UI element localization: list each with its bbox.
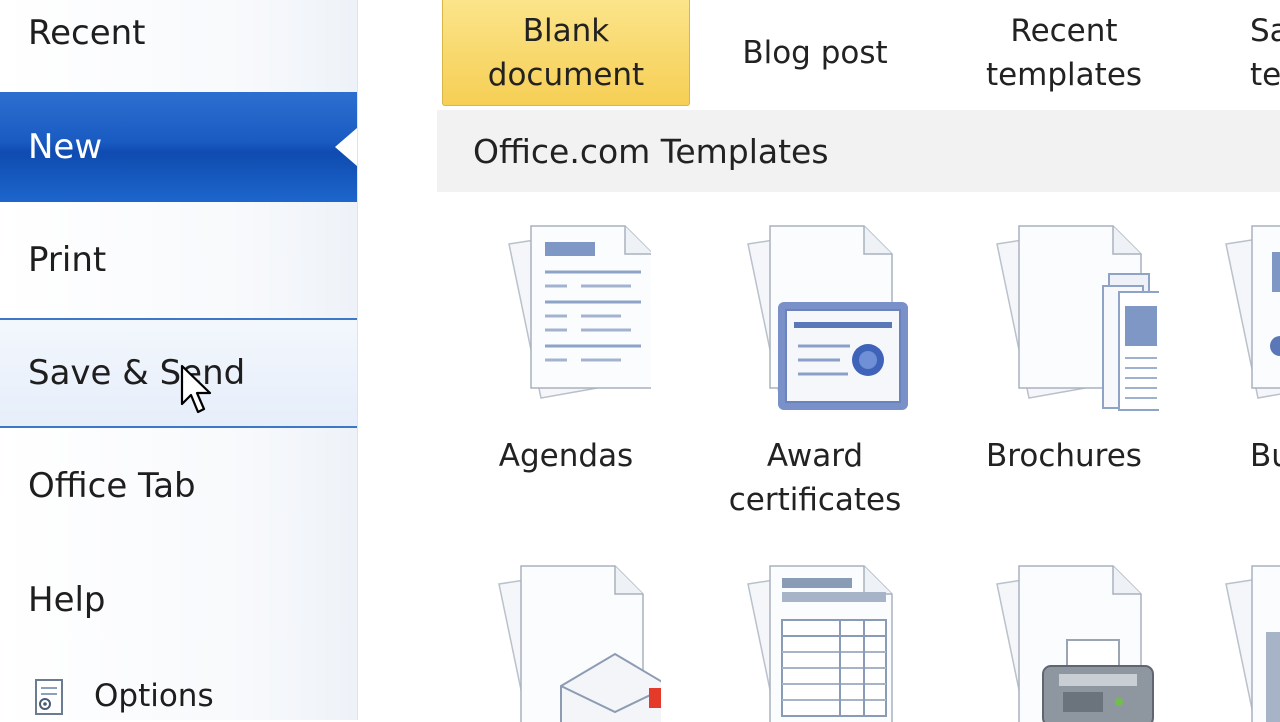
template-faxes[interactable] [949, 562, 1179, 722]
template-brochures[interactable]: Brochures [949, 222, 1179, 478]
nav-item-label: Options [94, 678, 214, 714]
template-envelopes[interactable] [451, 562, 681, 722]
brochure-icon [996, 225, 1159, 411]
sample-templates-button[interactable]: Sa te [1228, 0, 1280, 106]
award-certificate-icon [747, 225, 908, 410]
recent-templates-button[interactable]: Recent templates [940, 0, 1188, 106]
nav-item-label: New [28, 127, 103, 167]
blank-document-button[interactable]: Blank document [442, 0, 690, 106]
nav-item-label: Print [28, 240, 107, 280]
nav-item-office-tab[interactable]: Office Tab [0, 431, 357, 541]
nav-item-recent[interactable]: Recent [0, 0, 357, 88]
nav-item-print[interactable]: Print [0, 205, 357, 315]
envelope-document-icon [498, 565, 661, 722]
quick-template-label: Sa te [1250, 13, 1280, 93]
template-label: Agendas [498, 438, 634, 474]
template-budgets[interactable]: Bu [1198, 222, 1280, 478]
options-icon [35, 679, 63, 715]
blog-post-button[interactable]: Blog post [691, 0, 939, 106]
template-label: Award certificates [728, 438, 902, 518]
budget-icon [1225, 225, 1280, 399]
nav-item-options[interactable]: Options [0, 672, 357, 720]
template-award-certificates[interactable]: Award certificates [700, 222, 930, 522]
template-label: Bu [1250, 438, 1280, 474]
quick-template-label: Recent templates [985, 13, 1143, 93]
nav-item-label: Office Tab [28, 466, 196, 506]
nav-item-help[interactable]: Help [0, 545, 357, 655]
template-forms[interactable] [700, 562, 930, 722]
quick-template-label: Blog post [742, 35, 888, 71]
nav-item-save-send[interactable]: Save & Send [0, 318, 357, 428]
backstage-nav: Recent New Print Save & Send Office Tab … [0, 0, 358, 720]
template-label: Brochures [986, 438, 1142, 474]
template-partial[interactable] [1198, 562, 1280, 722]
agenda-document-icon [508, 225, 651, 399]
office-com-templates-header: Office.com Templates [437, 110, 1280, 192]
fax-machine-icon [996, 565, 1154, 722]
nav-item-label: Help [28, 580, 106, 620]
selection-notch [335, 128, 357, 166]
partial-template-icon [1225, 565, 1280, 722]
quick-template-label: Blank document [487, 12, 645, 93]
nav-item-label: Recent [28, 13, 146, 53]
mouse-cursor-icon [180, 364, 212, 414]
table-form-icon [747, 565, 893, 722]
template-agendas[interactable]: Agendas [451, 222, 681, 478]
nav-item-new[interactable]: New [0, 92, 357, 202]
section-title: Office.com Templates [473, 131, 829, 171]
